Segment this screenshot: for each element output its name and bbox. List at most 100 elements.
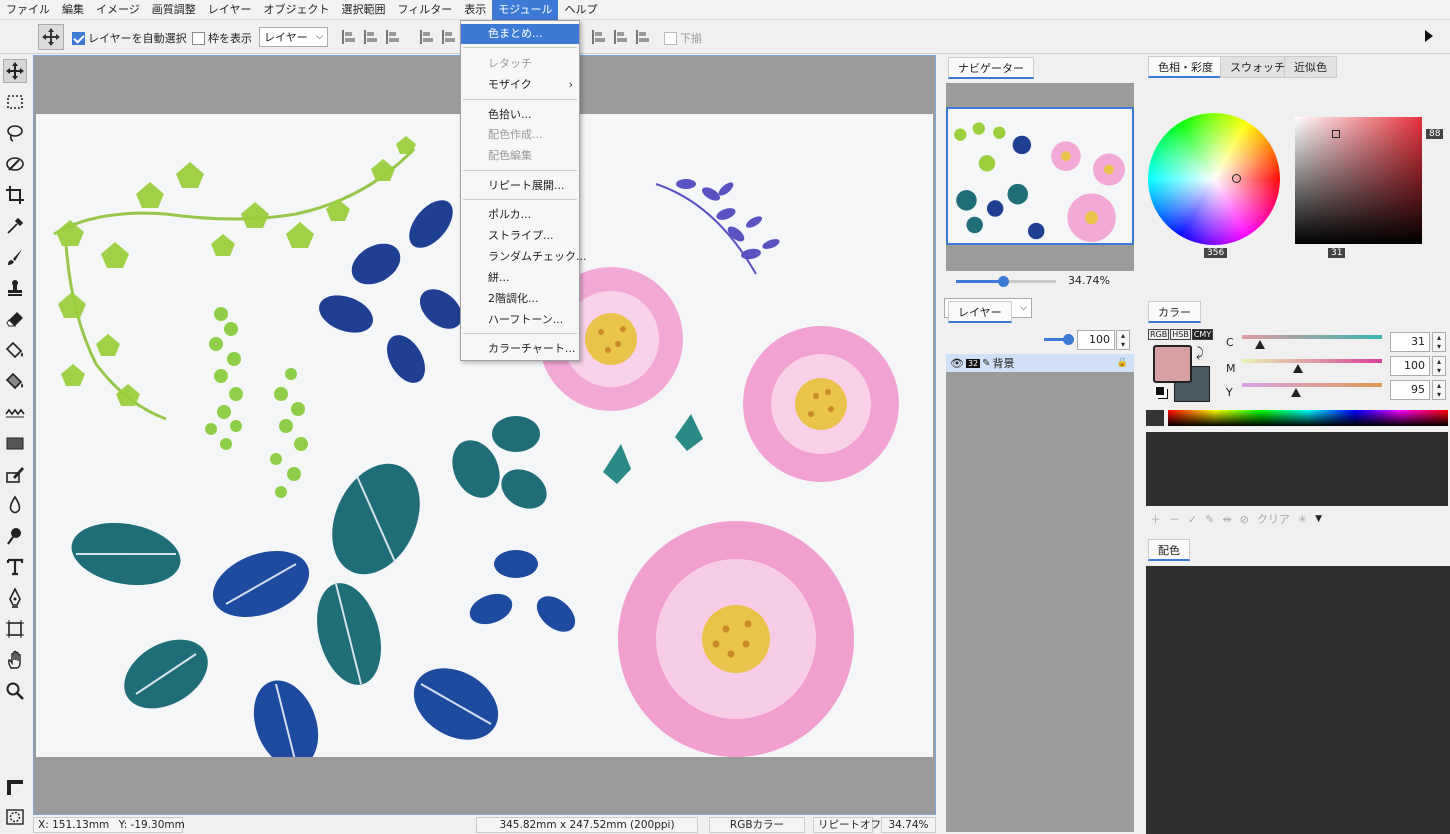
channel-y-slider[interactable] xyxy=(1242,383,1382,387)
swap-colors-icon[interactable]: ⤸ xyxy=(1196,346,1204,361)
zoom-icon[interactable] xyxy=(3,679,27,703)
menu-edit[interactable]: 編集 xyxy=(56,0,90,20)
menu-view[interactable]: 表示 xyxy=(458,0,492,20)
bucket-icon[interactable] xyxy=(3,338,27,362)
move-tool-icon[interactable] xyxy=(3,59,27,83)
align-top-icon[interactable] xyxy=(420,30,433,44)
edit-icon[interactable]: ✎ xyxy=(1205,513,1214,526)
blur-drop-icon[interactable] xyxy=(3,493,27,517)
menu-help[interactable]: ヘルプ xyxy=(558,0,603,20)
navigator-view[interactable] xyxy=(946,83,1134,271)
quickmask-icon[interactable] xyxy=(3,805,27,829)
move-tool-preset-icon[interactable] xyxy=(38,24,64,50)
menu-object[interactable]: オブジェクト xyxy=(257,0,335,20)
color-scheme-area[interactable] xyxy=(1146,566,1450,834)
hand-icon[interactable] xyxy=(3,648,27,672)
channel-m-input[interactable]: 100 xyxy=(1390,356,1430,376)
menu-item-mosaic[interactable]: モザイク › xyxy=(461,75,579,95)
clear-button[interactable]: クリア xyxy=(1257,511,1290,527)
menu-dropdown-icon[interactable]: ▼ xyxy=(1315,514,1322,524)
opacity-slider[interactable] xyxy=(1044,334,1074,345)
eraser-icon[interactable] xyxy=(3,307,27,331)
pen-tool-icon[interactable] xyxy=(3,586,27,610)
bottom-align-checkbox[interactable] xyxy=(664,31,677,45)
rectangle-icon[interactable] xyxy=(3,431,27,455)
show-frame-option[interactable]: 枠を表示 xyxy=(192,30,252,46)
magic-wand-icon[interactable] xyxy=(3,152,27,176)
channel-m-spinner[interactable]: ▴ ▾ xyxy=(1432,356,1446,376)
tab-color[interactable]: カラー xyxy=(1148,301,1201,323)
navigator-thumbnail[interactable] xyxy=(946,107,1134,245)
repeat-status[interactable]: リピートオフ xyxy=(813,817,881,833)
menu-selection[interactable]: 選択範囲 xyxy=(335,0,391,20)
opacity-input[interactable]: 100 xyxy=(1077,330,1115,350)
menu-item-stripe[interactable]: ストライプ... xyxy=(461,226,579,246)
swap-icon[interactable]: ⇹ xyxy=(1222,513,1231,526)
channel-c-slider[interactable] xyxy=(1242,335,1382,339)
channel-c-thumb[interactable] xyxy=(1255,340,1265,349)
channel-y-spinner[interactable]: ▴ ▾ xyxy=(1432,380,1446,400)
channel-m-thumb[interactable] xyxy=(1293,364,1303,373)
menu-item-color-chart[interactable]: カラーチャート... xyxy=(461,339,579,359)
menu-filter[interactable]: フィルター xyxy=(391,0,458,20)
align-vcenter-icon[interactable] xyxy=(442,30,455,44)
mode-cmy[interactable]: CMY xyxy=(1191,329,1214,340)
mode-hsb[interactable]: HSB xyxy=(1170,329,1191,340)
tab-navigator[interactable]: ナビゲーター xyxy=(948,57,1034,79)
dodge-icon[interactable] xyxy=(3,524,27,548)
tab-similar-color[interactable]: 近似色 xyxy=(1284,56,1337,78)
layer-row[interactable]: 👁 32 ✎ 背景 🔒 xyxy=(946,354,1134,372)
wave-icon[interactable] xyxy=(3,400,27,424)
crop-icon[interactable] xyxy=(3,183,27,207)
remove-icon[interactable]: － xyxy=(1169,511,1180,527)
menu-layer[interactable]: レイヤー xyxy=(202,0,258,20)
auto-select-checkbox[interactable] xyxy=(72,31,85,45)
add-icon[interactable]: ＋ xyxy=(1150,511,1161,527)
foreground-color-swatch[interactable] xyxy=(1153,345,1192,383)
settings-icon[interactable]: ✳ xyxy=(1298,513,1307,526)
stamp-icon[interactable] xyxy=(3,276,27,300)
menu-item-repeat[interactable]: リピート展開... xyxy=(461,176,579,196)
color-history-area[interactable] xyxy=(1146,432,1448,506)
align-left-icon[interactable] xyxy=(342,30,355,44)
bottom-align-option[interactable]: 下揃 xyxy=(664,30,702,46)
spectrum-bar[interactable] xyxy=(1168,410,1448,426)
channel-m-slider[interactable] xyxy=(1242,359,1382,363)
ruler-icon[interactable] xyxy=(3,775,27,799)
hue-wheel[interactable] xyxy=(1148,113,1280,245)
sb-marker[interactable] xyxy=(1332,130,1340,138)
align-right-icon[interactable] xyxy=(386,30,399,44)
channel-c-input[interactable]: 31 xyxy=(1390,332,1430,352)
menu-adjust[interactable]: 画質調整 xyxy=(146,0,202,20)
opacity-spinner[interactable]: ▴ ▾ xyxy=(1116,330,1130,350)
recent-color-swatch[interactable] xyxy=(1146,410,1164,426)
tab-hue-saturation[interactable]: 色相・彩度 xyxy=(1148,56,1223,78)
distribute-top-icon[interactable] xyxy=(592,30,605,44)
saturation-brightness-square[interactable] xyxy=(1295,117,1422,244)
check-icon[interactable]: ✓ xyxy=(1188,513,1197,526)
auto-select-option[interactable]: レイヤーを自動選択 xyxy=(72,30,187,46)
channel-y-thumb[interactable] xyxy=(1291,388,1301,397)
menu-item-color-merge[interactable]: 色まとめ... xyxy=(461,24,579,44)
distribute-center-icon[interactable] xyxy=(614,30,627,44)
rect-select-icon[interactable] xyxy=(3,90,27,114)
menu-item-halftone[interactable]: ハーフトーン... xyxy=(461,310,579,330)
channel-y-input[interactable]: 95 xyxy=(1390,380,1430,400)
menu-item-color-pick[interactable]: 色拾い... xyxy=(461,105,579,125)
layer-target-select[interactable]: レイヤー ⌵ xyxy=(259,27,328,47)
menu-image[interactable]: イメージ xyxy=(90,0,146,20)
eyedropper-icon[interactable] xyxy=(3,214,27,238)
menu-module[interactable]: モジュール xyxy=(492,0,559,20)
transform-icon[interactable] xyxy=(3,617,27,641)
align-hcenter-icon[interactable] xyxy=(364,30,377,44)
pen-edit-icon[interactable] xyxy=(3,462,27,486)
menu-item-kasuri[interactable]: 絣... xyxy=(461,268,579,288)
lasso-icon[interactable] xyxy=(3,121,27,145)
default-colors-icon[interactable] xyxy=(1155,386,1165,396)
brush-icon[interactable] xyxy=(3,245,27,269)
menu-file[interactable]: ファイル xyxy=(0,0,56,20)
gradient-bucket-icon[interactable] xyxy=(3,369,27,393)
show-frame-checkbox[interactable] xyxy=(192,31,205,45)
navigator-zoom-slider[interactable] xyxy=(956,276,1056,287)
navigator-zoom-knob[interactable] xyxy=(998,276,1009,287)
